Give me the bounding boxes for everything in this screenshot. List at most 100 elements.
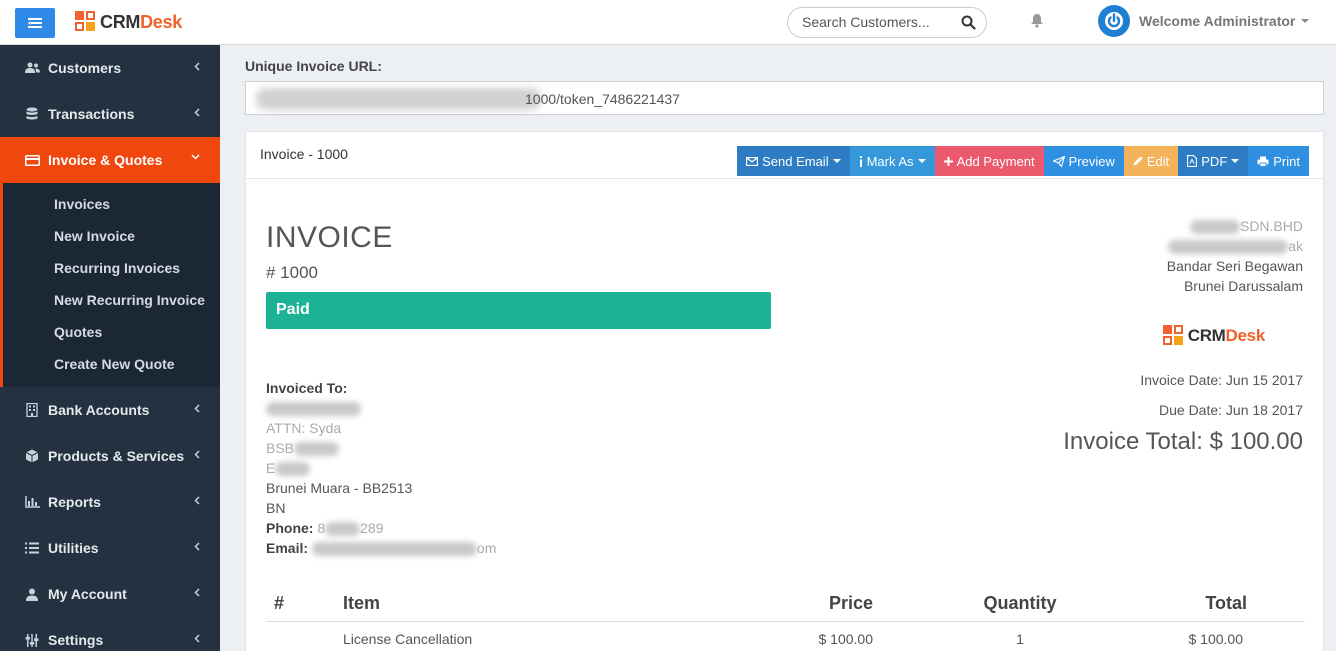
top-bar: CRMDesk Welcome Administrator — [0, 0, 1336, 45]
due-date: Due Date: Jun 18 2017 — [1159, 402, 1303, 418]
sidebar-item-utilities[interactable]: Utilities — [0, 525, 220, 571]
power-avatar-icon — [1098, 5, 1130, 37]
email-label: Email: — [266, 540, 309, 556]
info-icon — [859, 155, 862, 167]
redacted-blur — [275, 462, 311, 477]
envelope-icon — [746, 156, 759, 166]
chevron-left-icon — [194, 62, 200, 71]
status-badge: Paid — [266, 292, 771, 329]
sidebar-toggle-button[interactable] — [15, 8, 55, 38]
mark-as-button[interactable]: Mark As — [849, 146, 935, 176]
redacted-blur — [266, 402, 361, 417]
row-quantity: 1 — [1016, 631, 1024, 648]
submenu-item-new-recurring-invoice[interactable]: New Recurring Invoice — [3, 284, 220, 316]
row-number — [266, 621, 322, 651]
edit-label: Edit — [1146, 153, 1170, 169]
status-text: Paid — [276, 301, 310, 318]
notification-bell-icon[interactable] — [1030, 13, 1044, 28]
unique-url-value: 1000/token_7486221437 — [525, 91, 680, 107]
sidebar-item-invoice-quotes[interactable]: Invoice & Quotes — [0, 137, 220, 183]
sidebar-item-products-services[interactable]: Products & Services — [0, 433, 220, 479]
submenu-item-new-invoice[interactable]: New Invoice — [3, 220, 220, 252]
sidebar-item-customers[interactable]: Customers — [0, 45, 220, 91]
invoice-dates: Invoice Date: Jun 15 2017 Due Date: Jun … — [1140, 370, 1303, 430]
chevron-down-icon — [191, 154, 200, 160]
column-header-total: Total — [1125, 587, 1305, 622]
file-pdf-icon — [1187, 155, 1198, 167]
sidebar-item-reports[interactable]: Reports — [0, 479, 220, 525]
credit-card-icon — [24, 152, 40, 168]
list-icon — [24, 540, 40, 556]
edit-button[interactable]: Edit — [1123, 146, 1179, 176]
sidebar-item-label: My Account — [48, 586, 127, 602]
print-icon — [1257, 156, 1269, 167]
paper-plane-icon — [1052, 155, 1065, 167]
preview-button[interactable]: Preview — [1043, 146, 1124, 176]
column-header-price: Price — [715, 587, 915, 622]
app-logo[interactable]: CRMDesk — [75, 11, 182, 33]
print-label: Print — [1273, 153, 1300, 169]
column-header-item: Item — [322, 587, 715, 622]
invoice-submenu: Invoices New Invoice Recurring Invoices … — [0, 183, 220, 387]
add-payment-label: Add Payment — [956, 153, 1035, 169]
invoice-heading: INVOICE — [266, 221, 393, 254]
company-line-2: ak — [1288, 238, 1303, 254]
user-menu[interactable]: Welcome Administrator — [1098, 5, 1310, 37]
add-payment-button[interactable]: Add Payment — [934, 146, 1044, 176]
sidebar: Customers Transactions Invoice & Quotes … — [0, 45, 220, 651]
logo-text-crm: CRM — [1187, 326, 1226, 345]
sidebar-item-transactions[interactable]: Transactions — [0, 91, 220, 137]
sidebar-item-label: Invoice & Quotes — [48, 152, 163, 168]
redacted-blur — [1168, 240, 1289, 255]
invoiced-to-label: Invoiced To: — [266, 380, 348, 396]
chevron-left-icon — [194, 108, 200, 117]
invoiced-to-line-e: E — [266, 460, 276, 476]
submenu-item-create-new-quote[interactable]: Create New Quote — [3, 348, 220, 380]
sidebar-item-label: Utilities — [48, 540, 99, 556]
panel-title: Invoice - 1000 — [260, 146, 348, 162]
chevron-left-icon — [194, 542, 200, 551]
unique-url-field[interactable]: 1000/token_7486221437 — [245, 81, 1324, 115]
welcome-text: Welcome Administrator — [1139, 13, 1296, 29]
invoice-logo: CRMDesk — [1162, 325, 1266, 347]
row-price: $ 100.00 — [818, 631, 874, 648]
building-icon — [24, 402, 40, 418]
chevron-left-icon — [194, 634, 200, 643]
search-box — [787, 7, 987, 38]
redacted-blur — [311, 542, 477, 557]
invoice-items-table: # Item Price Quantity Total License Canc… — [266, 587, 1305, 651]
invoice-total: Invoice Total: $ 100.00 — [1063, 428, 1303, 455]
mark-as-label: Mark As — [866, 153, 914, 169]
redacted-blur — [256, 88, 541, 110]
submenu-item-recurring-invoices[interactable]: Recurring Invoices — [3, 252, 220, 284]
pdf-button[interactable]: PDF — [1178, 146, 1249, 176]
pencil-icon — [1133, 156, 1143, 166]
bar-chart-icon — [24, 494, 40, 510]
menu-icon — [28, 18, 42, 28]
company-line-3: Bandar Seri Begawan — [1166, 258, 1303, 274]
sidebar-item-label: Settings — [48, 632, 104, 648]
logo-text-desk: Desk — [1225, 326, 1266, 345]
users-icon — [24, 60, 40, 76]
submenu-item-invoices[interactable]: Invoices — [3, 188, 220, 220]
chevron-down-icon — [1231, 159, 1240, 163]
logo-mark-icon — [75, 11, 97, 33]
send-email-button[interactable]: Send Email — [737, 146, 850, 176]
print-button[interactable]: Print — [1248, 146, 1309, 176]
search-icon[interactable] — [961, 15, 976, 30]
sidebar-item-my-account[interactable]: My Account — [0, 571, 220, 617]
search-input[interactable] — [802, 14, 952, 30]
submenu-item-quotes[interactable]: Quotes — [3, 316, 220, 348]
invoice-panel: Invoice - 1000 Send Email Mark As Add Pa… — [245, 131, 1324, 651]
invoiced-to-city: Brunei Muara - BB2513 — [266, 480, 413, 496]
logo-text-desk: Desk — [140, 11, 182, 32]
chevron-left-icon — [194, 450, 200, 459]
company-line-4: Brunei Darussalam — [1183, 278, 1303, 294]
send-email-label: Send Email — [762, 153, 829, 169]
row-total: $ 100.00 — [1188, 631, 1244, 648]
column-header-number: # — [266, 587, 322, 622]
chevron-left-icon — [194, 404, 200, 413]
pdf-label: PDF — [1201, 153, 1228, 169]
sidebar-item-bank-accounts[interactable]: Bank Accounts — [0, 387, 220, 433]
sidebar-item-settings[interactable]: Settings — [0, 617, 220, 651]
